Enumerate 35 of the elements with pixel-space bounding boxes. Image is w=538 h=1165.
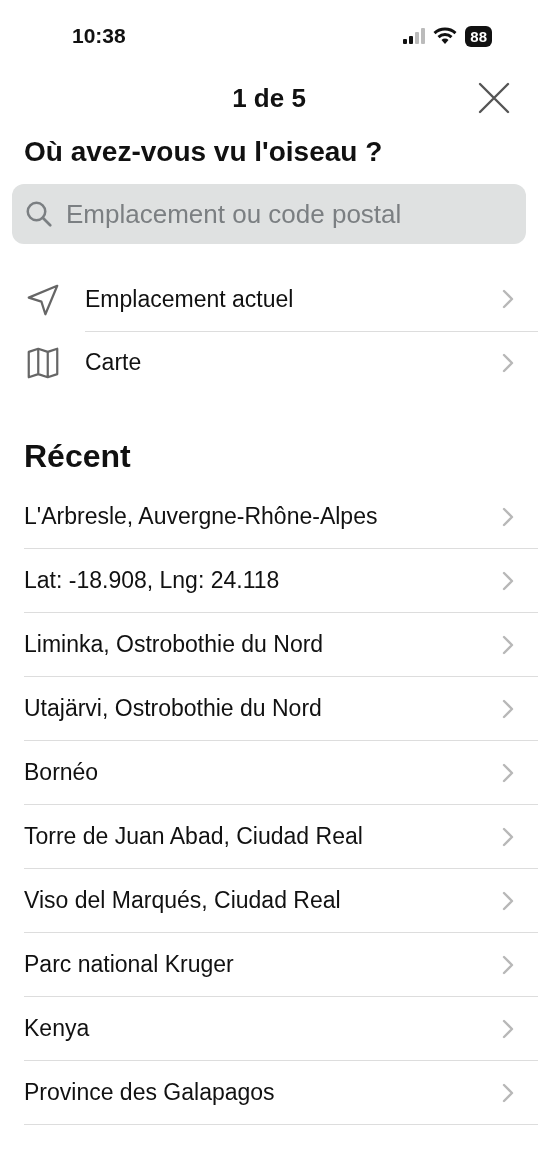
recent-location-item[interactable]: Province des Galapagos: [24, 1061, 538, 1125]
menu-item[interactable]: Emplacement actuel: [85, 267, 538, 332]
section-heading: Récent: [24, 438, 132, 475]
chevron-icon: [502, 570, 514, 591]
recent-location-item[interactable]: Liminka, Ostrobothie du Nord: [24, 613, 538, 677]
recent-location-item[interactable]: Bornéo: [24, 741, 538, 805]
recent-location-item[interactable]: Kenya: [24, 997, 538, 1061]
chevron-icon: [502, 762, 514, 783]
recent-location-item[interactable]: L'Arbresle, Auvergne-Rhône-Alpes: [24, 485, 538, 549]
chevron-icon: [502, 1018, 514, 1039]
step-counter: 1 de 5: [232, 82, 306, 114]
close-button[interactable]: [476, 80, 512, 116]
chevron-icon: [502, 506, 514, 527]
status-time: 10:38: [72, 24, 126, 48]
chevron-icon: [502, 289, 514, 309]
recent-location-item[interactable]: Lat: -18.908, Lng: 24.118: [24, 549, 538, 613]
chevron-icon: [502, 698, 514, 719]
search-bar[interactable]: Emplacement ou code postal: [12, 184, 526, 244]
chevron-icon: [502, 826, 514, 847]
search-icon: [24, 199, 54, 229]
chevron-icon: [502, 1082, 514, 1103]
chevron-icon: [502, 634, 514, 655]
page-title: Où avez-vous vu l'oiseau ?: [24, 136, 384, 168]
recent-location-item[interactable]: Viso del Marqués, Ciudad Real: [24, 869, 538, 933]
search-input[interactable]: Emplacement ou code postal: [64, 197, 514, 231]
signal-icon: [403, 28, 426, 44]
recent-location-item[interactable]: Parc national Kruger: [24, 933, 538, 997]
chevron-icon: [502, 890, 514, 911]
menu-item[interactable]: Carte: [85, 331, 538, 394]
recent-location-item[interactable]: Utajärvi, Ostrobothie du Nord: [24, 677, 538, 741]
recent-location-item[interactable]: Torre de Juan Abad, Ciudad Real: [24, 805, 538, 869]
chevron-icon: [502, 954, 514, 975]
wifi-icon: [433, 27, 458, 45]
battery-indicator: 88: [465, 25, 492, 47]
chevron-icon: [502, 352, 514, 373]
